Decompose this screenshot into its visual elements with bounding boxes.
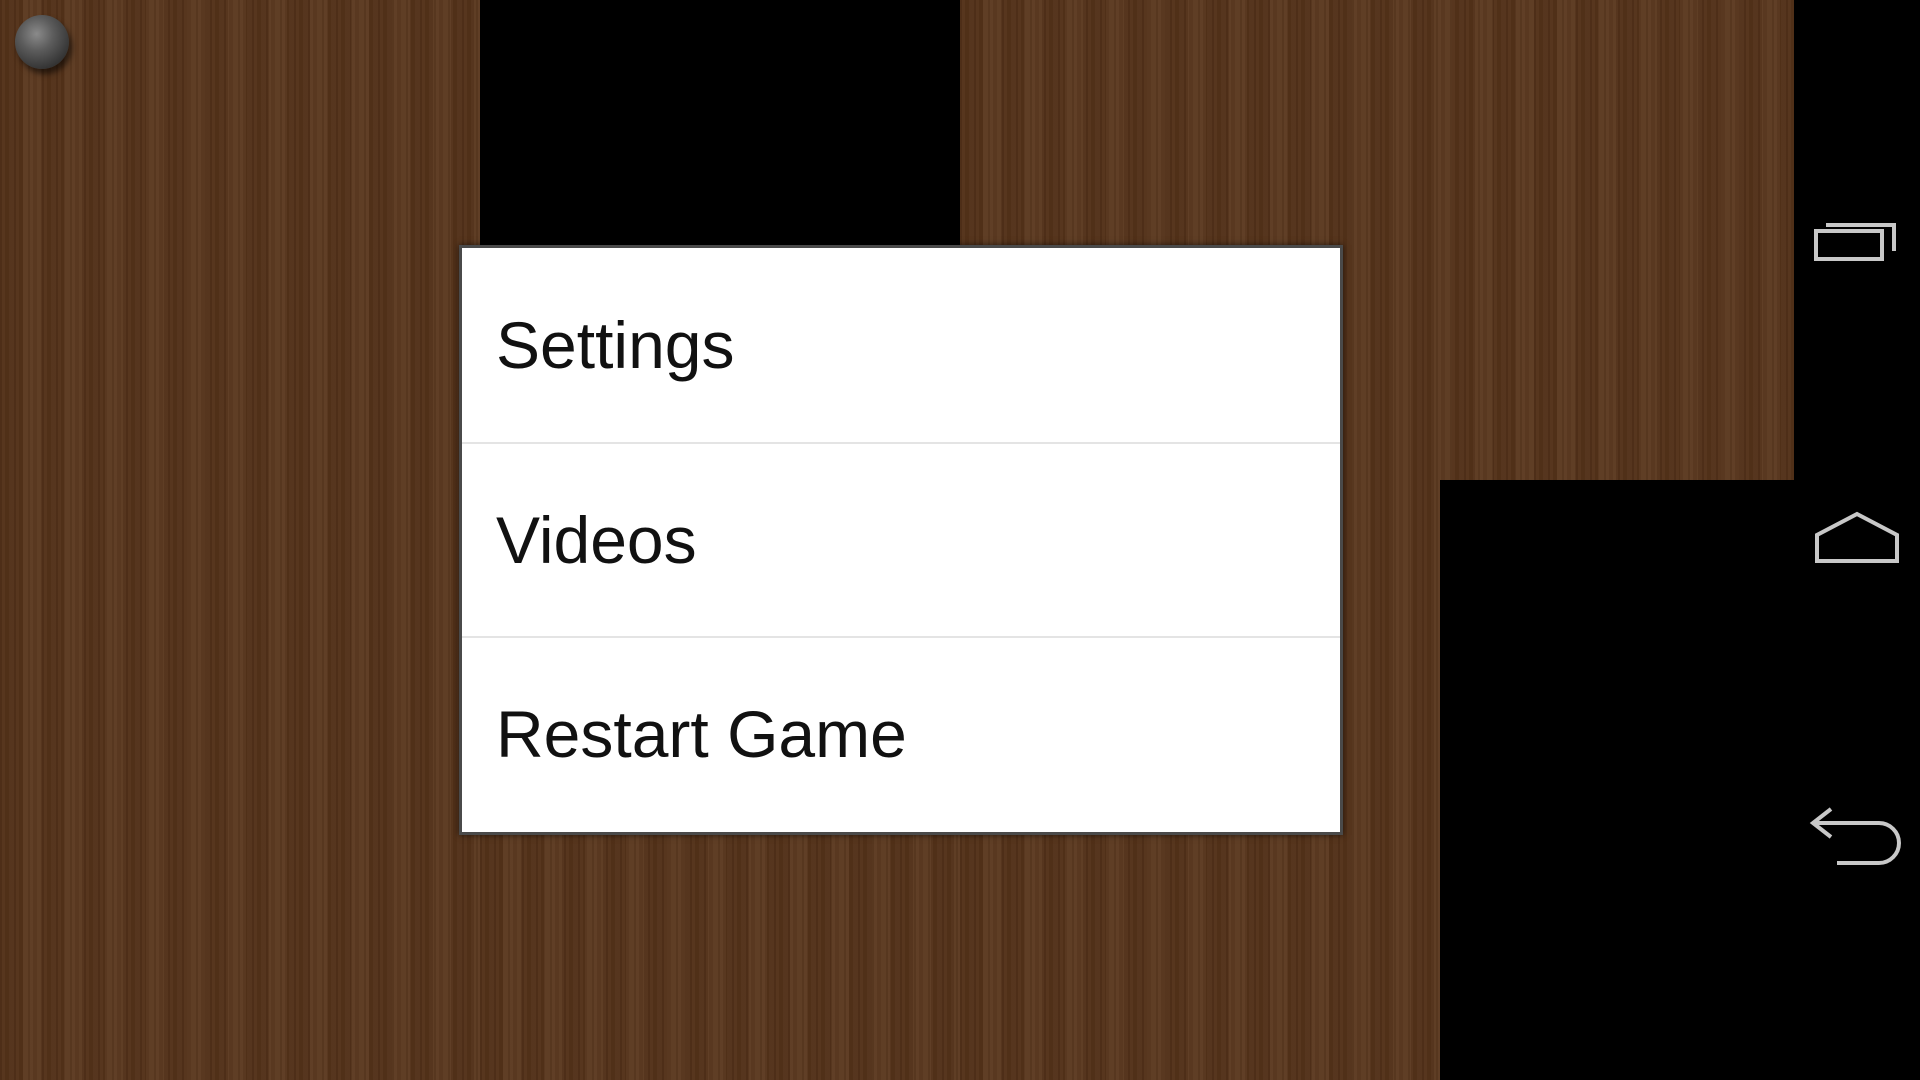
void-tile [1440,480,1794,1080]
void-tile [480,0,960,245]
marble-ball [15,15,69,69]
game-menu-dialog: Settings Videos Restart Game [459,245,1343,835]
navigation-bar [1794,0,1920,1080]
back-icon [1807,806,1907,868]
menu-item-settings[interactable]: Settings [462,248,1340,442]
menu-item-label: Settings [496,308,735,382]
recent-apps-button[interactable] [1794,165,1920,315]
menu-item-label: Videos [496,503,697,577]
recent-apps-icon [1812,215,1902,265]
menu-item-label: Restart Game [496,697,907,771]
home-button[interactable] [1794,462,1920,612]
device-screen: Settings Videos Restart Game [0,0,1920,1080]
back-button[interactable] [1794,762,1920,912]
wood-tile [0,0,480,1080]
home-icon [1812,509,1902,565]
menu-item-videos[interactable]: Videos [462,442,1340,636]
menu-item-restart-game[interactable]: Restart Game [462,636,1340,830]
